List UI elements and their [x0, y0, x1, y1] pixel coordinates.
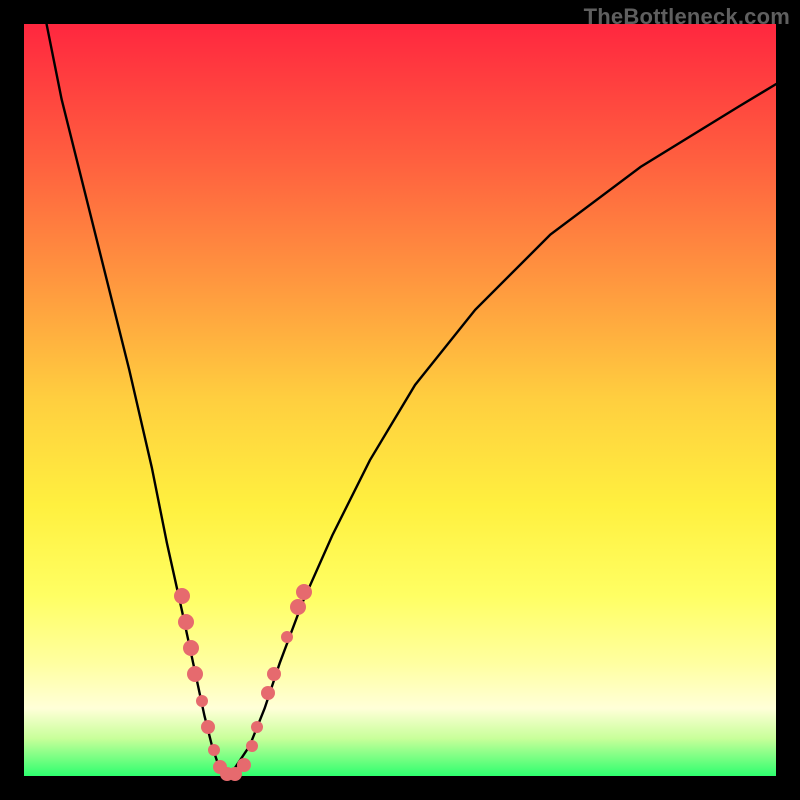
- gradient-background: [24, 24, 776, 776]
- watermark-text: TheBottleneck.com: [584, 4, 790, 30]
- chart-frame: TheBottleneck.com: [0, 0, 800, 800]
